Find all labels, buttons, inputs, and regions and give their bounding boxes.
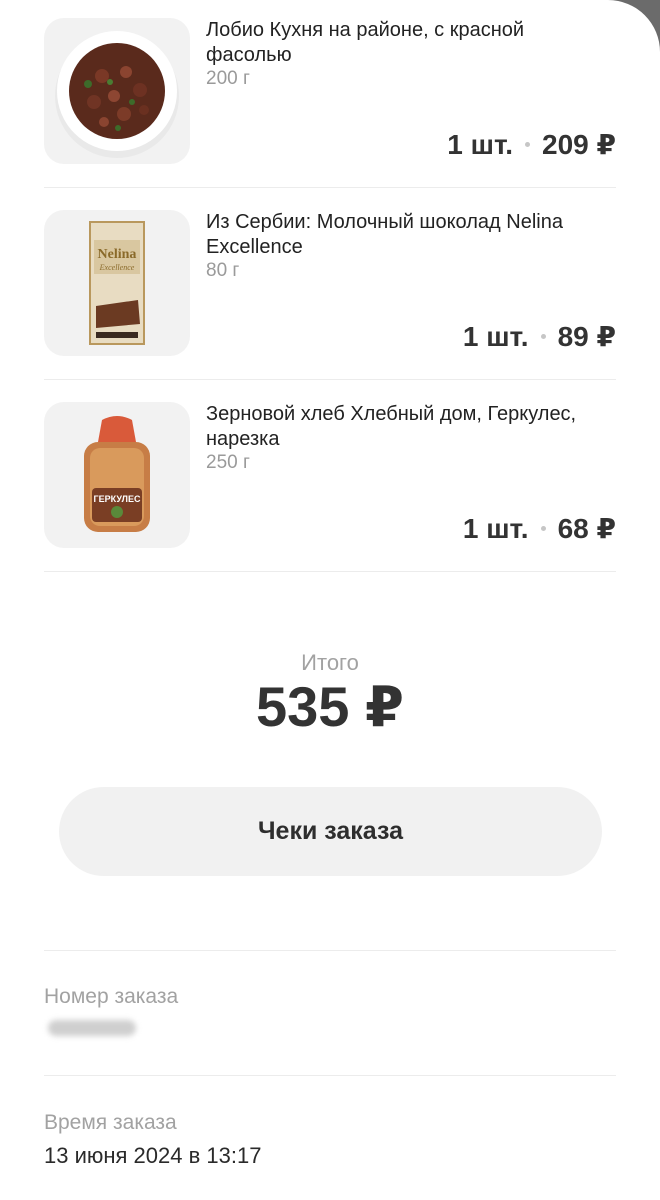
order-item[interactable]: ГЕРКУЛЕС Зерновой хлеб Хлебный дом, Герк…	[44, 402, 616, 572]
package-brand-text: Nelina	[98, 247, 137, 262]
divider	[44, 950, 616, 951]
item-weight: 200 г	[206, 68, 250, 89]
item-price: 89 ₽	[557, 321, 616, 352]
item-name: Из Сербии: Молочный шоколад Nelina Excel…	[206, 211, 563, 258]
order-number-label: Номер заказа	[44, 985, 179, 1008]
order-item[interactable]: Лобио Кухня на районе, с красной фасолью…	[44, 18, 616, 188]
bread-loaf-image: ГЕРКУЛЕС	[44, 402, 190, 548]
item-price-line: 1 шт. 68 ₽	[463, 512, 616, 545]
order-time-value: 13 июня 2024 в 13:17	[44, 1143, 262, 1168]
item-price-line: 1 шт. 209 ₽	[447, 128, 616, 161]
chocolate-bar-image: Nelina Excellence	[44, 210, 190, 356]
item-quantity: 1 шт.	[462, 320, 529, 352]
item-weight: 80 г	[206, 260, 240, 281]
separator-dot	[540, 526, 546, 531]
item-price-line: 1 шт. 89 ₽	[463, 320, 616, 353]
separator-dot	[540, 334, 546, 339]
item-weight: 250 г	[206, 452, 250, 473]
item-price: 209 ₽	[542, 129, 616, 160]
order-number-value-blurred	[48, 1020, 136, 1036]
order-item[interactable]: Nelina Excellence Из Сербии: Молочный шо…	[44, 210, 616, 380]
package-brand-text: ГЕРКУЛЕС	[94, 494, 141, 504]
order-time-label: Время заказа	[44, 1111, 177, 1134]
total-label: Итого	[301, 650, 359, 675]
total-amount: 535 ₽	[256, 675, 404, 738]
order-details-sheet: Лобио Кухня на районе, с красной фасолью…	[0, 0, 660, 1200]
item-quantity: 1 шт.	[447, 128, 514, 160]
package-subtext: Excellence	[99, 263, 135, 272]
order-receipts-button[interactable]: Чеки заказа	[59, 787, 602, 876]
bean-salad-bowl-image	[44, 18, 190, 164]
divider	[44, 1075, 616, 1076]
item-name: Лобио Кухня на районе, с красной фасолью	[206, 19, 525, 66]
item-price: 68 ₽	[557, 513, 616, 544]
item-name: Зерновой хлеб Хлебный дом, Геркулес, нар…	[206, 403, 577, 450]
separator-dot	[525, 142, 531, 147]
item-quantity: 1 шт.	[462, 512, 529, 544]
